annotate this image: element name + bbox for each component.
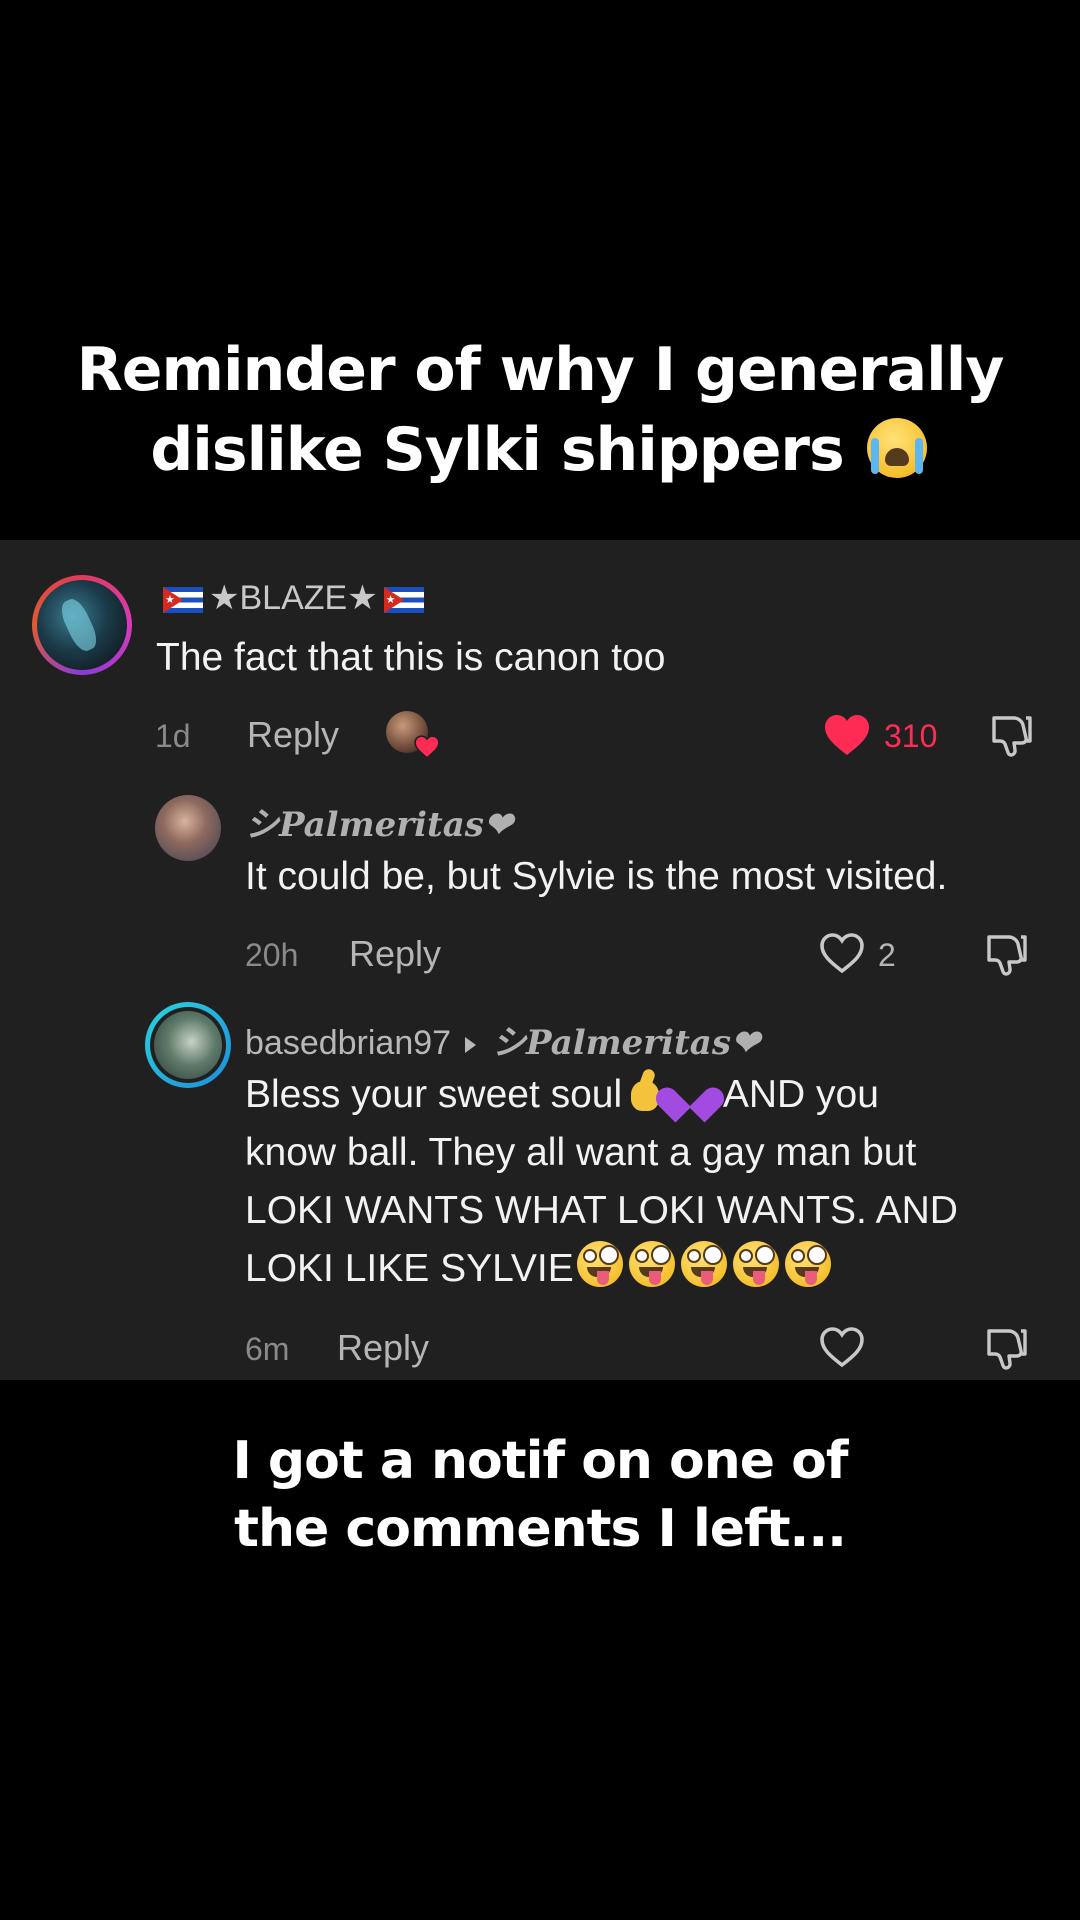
comment-3-username[interactable]: basedbrian97: [245, 1024, 451, 1062]
comment-3-text-part-1: Bless your sweet soul: [245, 1073, 623, 1116]
comment-1-like-heart-icon[interactable]: [823, 713, 871, 757]
comment-3-text-part-2: AND you: [722, 1073, 879, 1116]
loudly-crying-face-emoji-icon: [866, 418, 927, 478]
comment-3-text: Bless your sweet soul AND you know ball.…: [245, 1066, 1065, 1298]
avatar-image: [150, 1007, 226, 1083]
comment-2-time: 20h: [245, 937, 299, 973]
comment-3-reply-button[interactable]: Reply: [337, 1327, 429, 1369]
zany-face-emoji-icon: [732, 1241, 779, 1287]
top-caption-line-2-text: dislike Sylki shippers: [150, 415, 844, 485]
comment-1-time: 1d: [155, 718, 191, 754]
comment-2-like-count: 2: [878, 937, 896, 973]
zany-face-emoji-icon: [680, 1241, 727, 1287]
bottom-caption: I got a notif on one of the comments I l…: [0, 1427, 1080, 1563]
comment-1-username-text: ★BLAZE★: [209, 579, 378, 617]
comment-3-reply-to[interactable]: シPalmeritas❤: [492, 1023, 759, 1063]
comment-3-text-part-4: LOKI LIKE SYLVIE: [245, 1247, 574, 1290]
creator-liked-heart-icon: [414, 735, 440, 759]
comment-3-username-row: basedbrian97 シPalmeritas❤: [245, 1015, 759, 1064]
top-caption-line-2: dislike Sylki shippers: [0, 410, 1080, 490]
comment-3-line-2: know ball. They all want a gay man but: [245, 1131, 917, 1174]
comment-2-text: It could be, but Sylvie is the most visi…: [245, 855, 948, 898]
comment-2-like-heart-icon[interactable]: [818, 931, 866, 975]
comment-3-dislike-icon[interactable]: [983, 1325, 1029, 1371]
bottom-caption-line-2: the comments I left...: [234, 1499, 847, 1559]
avatar-image: [37, 580, 127, 670]
comment-2-dislike-icon[interactable]: [983, 931, 1029, 977]
cuba-flag-icon: [163, 587, 203, 614]
comment-1-like-count: 310: [884, 718, 938, 754]
cuba-flag-icon: [383, 587, 424, 614]
comment-1-dislike-icon[interactable]: [988, 712, 1034, 758]
comment-3-like-heart-icon[interactable]: [818, 1325, 866, 1369]
top-caption: Reminder of why I generally dislike Sylk…: [0, 330, 1080, 490]
avatar-palmeritas[interactable]: [155, 795, 221, 861]
zany-face-emoji-icon: [628, 1241, 675, 1287]
comment-3-line-4: LOKI LIKE SYLVIE: [245, 1240, 1065, 1298]
purple-heart-emoji-icon: [669, 1071, 711, 1113]
avatar-basedbrian97[interactable]: [145, 1002, 231, 1088]
comment-2-reply-button[interactable]: Reply: [349, 933, 441, 975]
top-caption-line-1: Reminder of why I generally: [76, 335, 1005, 405]
comment-2-username[interactable]: シPalmeritas❤: [245, 797, 512, 846]
comment-3-line-1: Bless your sweet soul AND you: [245, 1066, 1065, 1124]
comment-1-reply-button[interactable]: Reply: [247, 714, 339, 756]
comment-3-time: 6m: [245, 1331, 290, 1367]
avatar-blaze[interactable]: [32, 575, 132, 675]
comment-1-text: The fact that this is canon too: [156, 636, 666, 679]
reply-arrow-icon: [465, 1037, 477, 1054]
comment-1-username[interactable]: ★BLAZE★: [157, 578, 430, 618]
bottom-caption-line-1: I got a notif on one of: [232, 1431, 848, 1491]
zany-face-emoji-icon: [576, 1241, 623, 1287]
comment-3-line-3: LOKI WANTS WHAT LOKI WANTS. AND: [245, 1189, 958, 1232]
zany-face-emoji-icon: [784, 1241, 831, 1287]
